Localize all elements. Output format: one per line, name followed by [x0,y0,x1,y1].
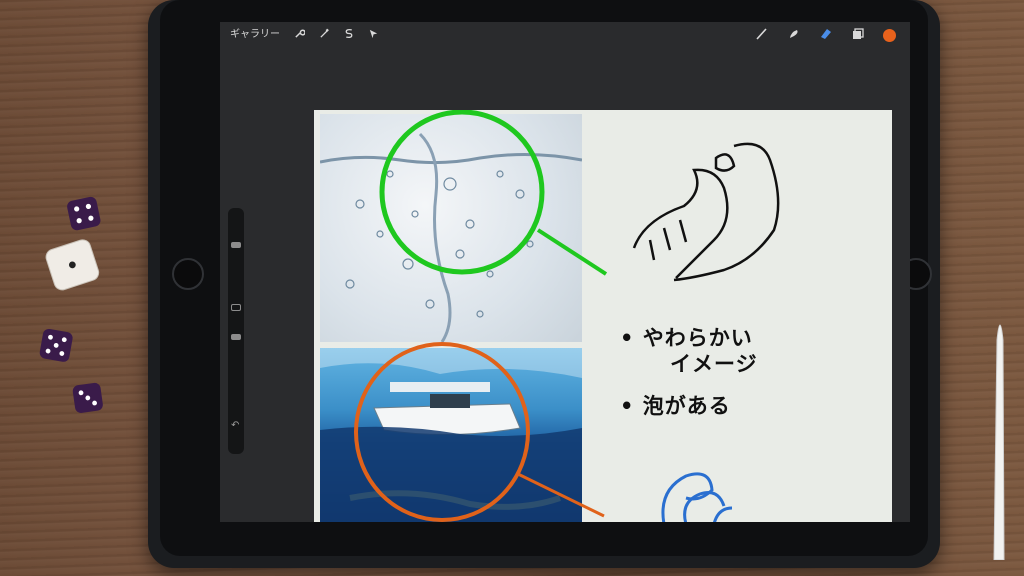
green-pointer-line [536,228,608,276]
opacity-slider-handle[interactable] [231,334,241,340]
dice-decoration [39,196,103,413]
brush-size-slider-handle[interactable] [231,242,241,248]
brush-icon[interactable] [755,27,769,44]
wave-sketch-drawing [632,142,780,282]
note-bullet-soft-line2: イメージ [670,352,758,376]
orange-pointer-line [517,472,605,518]
sidebar-sliders: ↶ [228,208,244,454]
smudge-icon[interactable] [787,27,801,44]
app-screen: ギャラリー ↶ • やわらかい イメージ • 泡がある [220,22,910,522]
orange-highlight-circle [354,342,530,522]
note-bullet-bubbles: • 泡がある [620,394,731,418]
stylus-pencil [993,324,1005,560]
green-highlight-circle [379,110,545,275]
gallery-button[interactable]: ギャラリー [230,30,280,40]
tablet-device: ギャラリー ↶ • やわらかい イメージ • 泡がある [148,0,940,568]
top-toolbar: ギャラリー [220,22,910,48]
magic-wand-icon[interactable] [319,28,330,42]
layers-icon[interactable] [851,27,865,44]
color-picker-button[interactable] [883,28,896,42]
modify-button[interactable] [231,304,241,311]
wrench-icon[interactable] [294,28,306,42]
drawing-canvas[interactable]: • やわらかい イメージ • 泡がある [314,110,892,522]
annotation-layer [354,110,780,522]
eraser-icon[interactable] [819,27,833,44]
selection-s-icon[interactable] [344,28,354,42]
tablet-bezel: ギャラリー ↶ • やわらかい イメージ • 泡がある [160,0,932,556]
camera-left [172,258,204,290]
blue-wave-sketch [661,472,733,522]
arrow-cursor-icon[interactable] [368,28,379,42]
undo-arrow-icon[interactable]: ↶ [231,420,239,431]
